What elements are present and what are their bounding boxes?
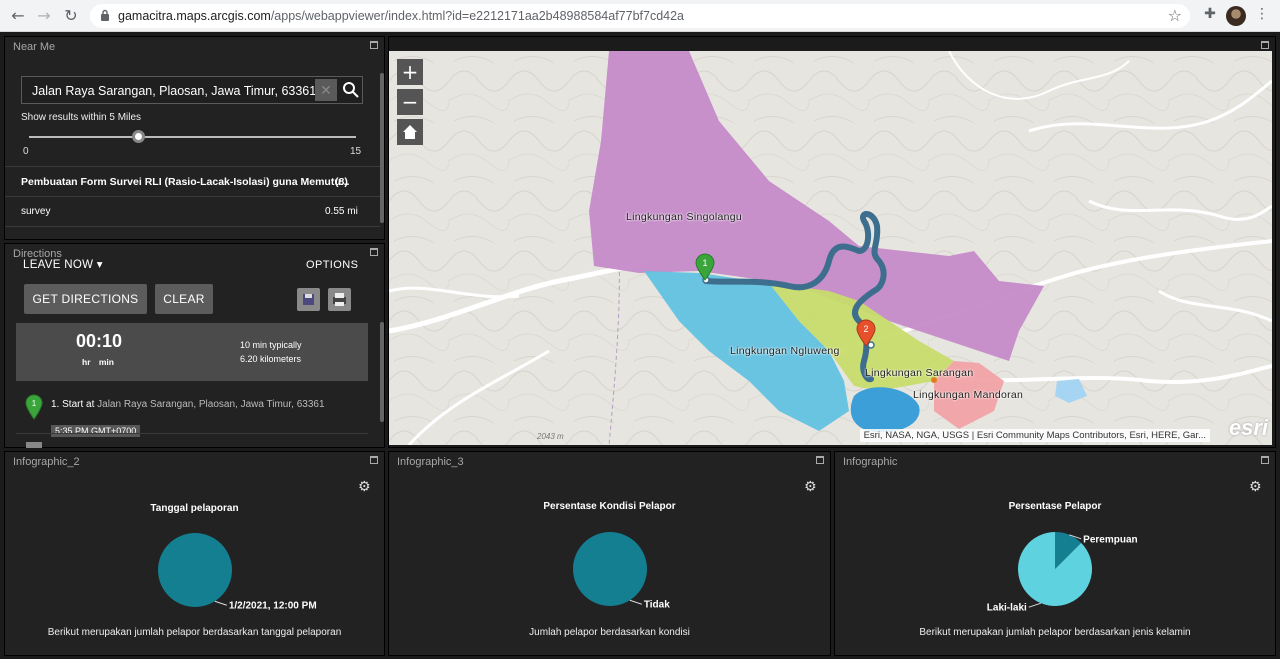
search-icon[interactable] [341,80,361,100]
divider [5,166,380,167]
map-label-ngluweng: Lingkungan Ngluweng [730,345,840,357]
map-label-singolangu: Lingkungan Singolangu [626,211,743,223]
pie-slice[interactable] [573,532,647,606]
result-item-distance: 0.55 mi [325,206,358,217]
map-attribution[interactable]: Esri, NASA, NGA, USGS | Esri Community M… [859,429,1210,442]
pie-label: Laki-laki [987,603,1027,614]
more-menu-icon[interactable]: ⋮ [1252,6,1272,26]
directions-panel: Directions LEAVE NOW ▾ OPTIONS GET DIREC… [4,243,385,448]
infographic-3-panel: Infographic_3 ⚙ Persentase Kondisi Pelap… [388,451,831,656]
step-number: 1 [32,399,37,408]
timestamp-badge: 5:35 PM GMT+0700 [51,425,141,437]
typical-time: 10 min typically [240,340,302,350]
forward-icon[interactable]: → [34,6,54,26]
time-units: hr min [82,357,114,367]
stop-2-marker-icon[interactable]: 2 [855,319,877,347]
slider-max-label: 15 [350,146,362,157]
pie-label: Perempuan [1083,534,1137,545]
chart-description: Berikut merupakan jumlah pelapor berdasa… [47,627,342,638]
scrollbar[interactable] [380,73,384,223]
buffer-label: Show results within 5 Miles [21,112,142,123]
get-directions-button[interactable]: GET DIRECTIONS [24,284,147,314]
maximize-icon[interactable] [370,41,378,49]
next-step-icon [26,442,42,448]
map-canvas[interactable] [389,51,1272,445]
chart-description: Jumlah pelapor berdasarkan kondisi [529,627,690,638]
browser-toolbar: ← → ↻ gamacitra.maps.arcgis.com/apps/web… [0,0,1280,32]
route-distance: 6.20 kilometers [240,354,302,364]
panel-title: Near Me [13,41,56,53]
save-icon[interactable] [297,288,320,311]
map-view[interactable]: 1 2 Lingkungan Singolangu Lingkungan Ngl… [389,51,1272,445]
pie-label: Tidak [644,600,670,611]
home-button[interactable] [397,119,423,145]
start-marker-icon: 1 [25,394,43,420]
divider [16,433,368,434]
maximize-icon[interactable] [1261,41,1269,49]
map-label-mandoran: Lingkungan Mandoran [913,389,1024,401]
buffer-slider-thumb[interactable] [131,130,145,143]
leader-line [1028,602,1041,608]
clear-button[interactable]: CLEAR [155,284,213,314]
back-icon[interactable]: ← [8,6,28,26]
stop-2-label: 2 [863,324,868,334]
maximize-icon[interactable] [370,248,378,256]
infographic-panel: Infographic ⚙ Persentase Pelapor Perempu… [834,451,1276,656]
map-label-sarangan: Lingkungan Sarangan [865,367,974,379]
direction-step[interactable]: 1. Start at Jalan Raya Sarangan, Plaosan… [51,399,325,410]
bookmark-star-icon[interactable]: ☆ [1168,6,1182,25]
leave-now-dropdown[interactable]: LEAVE NOW ▾ [23,257,103,271]
pie-slice[interactable] [1018,532,1092,606]
result-item-name[interactable]: survey [21,206,50,217]
extensions-icon[interactable]: ✚ [1200,6,1220,26]
route-summary: 00:10 hr min 10 min typically 6.20 kilom… [16,323,368,381]
print-icon[interactable] [328,288,351,311]
address-bar[interactable]: gamacitra.maps.arcgis.com/apps/webappvie… [90,4,1190,28]
result-layer-title[interactable]: Pembuatan Form Survei RLI (Rasio-Lacak-I… [21,176,349,188]
result-count: (8) [335,176,348,188]
options-link[interactable]: OPTIONS [306,259,358,271]
elevation-label: 2043 m [537,432,564,441]
leader-line [629,599,642,605]
pie-slice[interactable] [158,533,232,607]
slider-min-label: 0 [23,146,29,157]
esri-logo: esri [1228,415,1268,440]
profile-avatar[interactable] [1226,6,1246,26]
leader-line [214,600,227,606]
divider [5,226,380,227]
address-search-box[interactable]: Jalan Raya Sarangan, Plaosan, Jawa Timur… [21,76,363,104]
reload-icon[interactable]: ↻ [61,6,81,26]
zoom-in-button[interactable]: + [397,59,423,85]
scrollbar[interactable] [380,322,384,422]
zoom-out-button[interactable]: − [397,89,423,115]
near-me-panel: Near Me Jalan Raya Sarangan, Plaosan, Ja… [4,36,385,240]
home-icon [403,125,417,139]
buffer-slider-track[interactable] [29,136,356,138]
url-text: gamacitra.maps.arcgis.com/apps/webappvie… [118,9,685,23]
clear-search-icon[interactable]: ✕ [315,79,337,101]
divider [5,196,380,197]
stop-1-marker-icon[interactable]: 1 [694,253,716,281]
infographic-2-panel: Infographic_2 ⚙ Tanggal pelaporan 1/2/20… [4,451,385,656]
travel-time: 00:10 [76,331,123,351]
lock-icon [101,9,109,21]
stop-1-label: 1 [702,258,707,268]
search-input[interactable]: Jalan Raya Sarangan, Plaosan, Jawa Timur… [32,84,316,98]
chart-description: Berikut merupakan jumlah pelapor berdasa… [919,627,1191,638]
pie-label: 1/2/2021, 12:00 PM [229,601,317,612]
